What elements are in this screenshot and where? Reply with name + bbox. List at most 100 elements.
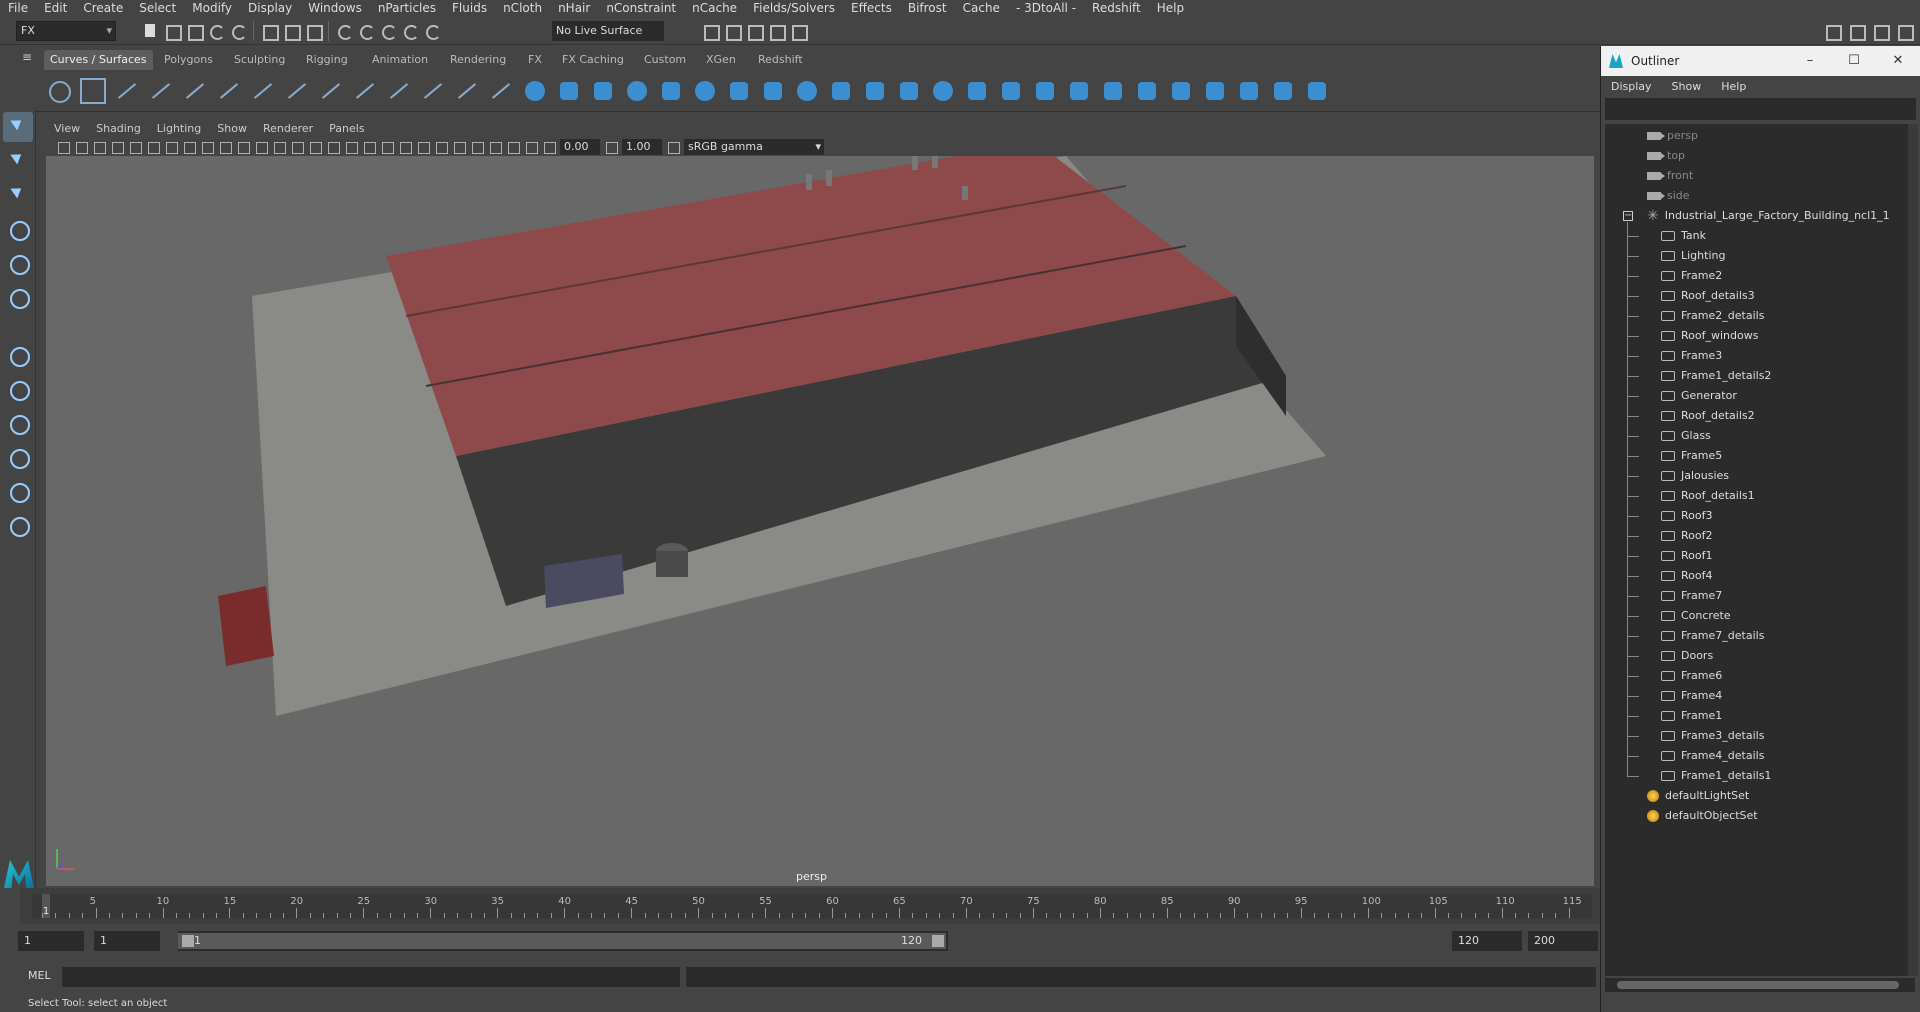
film-gate-icon[interactable] bbox=[182, 140, 196, 154]
wireframe-icon[interactable] bbox=[290, 140, 304, 154]
outliner-item[interactable]: Frame4_details bbox=[1661, 746, 1764, 766]
minimize-icon[interactable]: – bbox=[1788, 46, 1832, 76]
menu-windows[interactable]: Windows bbox=[300, 0, 370, 17]
outliner-root-group[interactable]: ✳ Industrial_Large_Factory_Building_ncl1_… bbox=[1647, 206, 1890, 226]
outliner-camera-top[interactable]: top bbox=[1647, 146, 1685, 166]
view-transform-dropdown[interactable]: sRGB gamma ▾ bbox=[684, 139, 824, 155]
nurbs-cylinder-icon[interactable] bbox=[590, 78, 616, 104]
outliner-item[interactable]: Roof4 bbox=[1661, 566, 1712, 586]
shelf-tab-curves-surfaces[interactable]: Curves / Surfaces bbox=[44, 50, 153, 70]
motion-blur-icon[interactable] bbox=[416, 140, 430, 154]
outliner-item[interactable]: Generator bbox=[1661, 386, 1737, 406]
viewport-menu-shading[interactable]: Shading bbox=[88, 120, 149, 138]
scale-tool-icon[interactable] bbox=[3, 282, 33, 312]
outliner-item[interactable]: Roof_details1 bbox=[1661, 486, 1755, 506]
outliner-item[interactable]: Roof2 bbox=[1661, 526, 1712, 546]
attach-surfaces-icon[interactable] bbox=[1134, 78, 1160, 104]
arc-tool-icon[interactable] bbox=[216, 78, 242, 104]
extrude-icon[interactable] bbox=[828, 78, 854, 104]
script-language-label[interactable]: MEL bbox=[28, 969, 51, 982]
menu-nparticles[interactable]: nParticles bbox=[370, 0, 444, 17]
time-slider[interactable]: 1 5 10 15 20 25 30 35 40 45 50 55 60 65 70 75 80 85 90 95 1… bbox=[20, 888, 1600, 924]
outliner-item[interactable]: Frame3_details bbox=[1661, 726, 1764, 746]
select-component-icon[interactable] bbox=[303, 21, 323, 41]
default-material-icon[interactable] bbox=[326, 140, 340, 154]
insert-knot-icon[interactable] bbox=[386, 78, 412, 104]
ambient-occlusion-icon[interactable] bbox=[398, 140, 412, 154]
use-all-lights-icon[interactable] bbox=[362, 140, 376, 154]
collapse-icon[interactable]: − bbox=[1623, 211, 1633, 221]
outliner-item[interactable]: Tank bbox=[1661, 226, 1706, 246]
menu-display[interactable]: Display bbox=[240, 0, 300, 17]
attribute-editor-icon[interactable] bbox=[1870, 21, 1890, 41]
loft-icon[interactable] bbox=[760, 78, 786, 104]
nurbs-plane-icon[interactable] bbox=[658, 78, 684, 104]
render-current-frame-icon[interactable] bbox=[700, 21, 720, 41]
four-view-layout-icon[interactable] bbox=[3, 374, 33, 404]
shelf-tab-rigging[interactable]: Rigging bbox=[300, 50, 354, 70]
viewport-menu-view[interactable]: View bbox=[46, 120, 88, 138]
smooth-shade-icon[interactable] bbox=[308, 140, 322, 154]
outliner-item[interactable]: Roof_details2 bbox=[1661, 406, 1755, 426]
time-track[interactable]: 1 5 10 15 20 25 30 35 40 45 50 55 60 65 70 75 80 85 90 95 1… bbox=[32, 894, 1592, 918]
redo-icon[interactable] bbox=[228, 21, 248, 41]
insert-isoparm-icon[interactable] bbox=[1202, 78, 1228, 104]
outliner-set-defaultLightSet[interactable]: defaultLightSet bbox=[1647, 786, 1749, 806]
attach-curves-icon[interactable] bbox=[318, 78, 344, 104]
untrim-icon[interactable] bbox=[1100, 78, 1126, 104]
outliner-item[interactable]: Frame2 bbox=[1661, 266, 1722, 286]
outliner-item[interactable]: Frame6 bbox=[1661, 666, 1722, 686]
outliner-search-input[interactable] bbox=[1605, 98, 1916, 120]
outliner-item[interactable]: Frame4 bbox=[1661, 686, 1722, 706]
menu-edit[interactable]: Edit bbox=[36, 0, 75, 17]
menu-effects[interactable]: Effects bbox=[843, 0, 900, 17]
menu-select[interactable]: Select bbox=[131, 0, 184, 17]
shelf-tab-fx[interactable]: FX bbox=[522, 50, 548, 70]
bookmarks-icon[interactable] bbox=[92, 140, 106, 154]
menu-redshift[interactable]: Redshift bbox=[1084, 0, 1149, 17]
field-chart-icon[interactable] bbox=[236, 140, 250, 154]
curve-intersect-icon[interactable] bbox=[250, 78, 276, 104]
color-management-icon[interactable] bbox=[666, 140, 680, 154]
rotate-tool-icon[interactable] bbox=[3, 248, 33, 278]
outliner-camera-side[interactable]: side bbox=[1647, 186, 1690, 206]
shelf-tab-custom[interactable]: Custom bbox=[638, 50, 692, 70]
open-scene-icon[interactable] bbox=[162, 21, 182, 41]
safe-action-icon[interactable] bbox=[254, 140, 268, 154]
outliner-menu-display[interactable]: Display bbox=[1601, 80, 1662, 93]
outliner-set-defaultObjectSet[interactable]: defaultObjectSet bbox=[1647, 806, 1758, 826]
menu-nconstraint[interactable]: nConstraint bbox=[598, 0, 684, 17]
project-curve-icon[interactable] bbox=[998, 78, 1024, 104]
nurbs-sphere-icon[interactable] bbox=[522, 78, 548, 104]
menu-modify[interactable]: Modify bbox=[184, 0, 240, 17]
extend-surface-icon[interactable] bbox=[1236, 78, 1262, 104]
menu-file[interactable]: File bbox=[0, 0, 36, 17]
outliner-item[interactable]: Frame1 bbox=[1661, 706, 1722, 726]
image-plane-icon[interactable] bbox=[110, 140, 124, 154]
shelf-tab-redshift[interactable]: Redshift bbox=[752, 50, 809, 70]
sculpt-geometry-icon[interactable] bbox=[1270, 78, 1296, 104]
shelf-tab-fx-caching[interactable]: FX Caching bbox=[556, 50, 630, 70]
birail-icon[interactable] bbox=[862, 78, 888, 104]
outliner-item[interactable]: Roof3 bbox=[1661, 506, 1712, 526]
select-camera-icon[interactable] bbox=[56, 140, 70, 154]
2d-pan-zoom-icon[interactable] bbox=[128, 140, 142, 154]
tool-settings-icon[interactable] bbox=[1894, 21, 1914, 41]
gamma-field[interactable]: 1.00 bbox=[622, 139, 662, 155]
pencil-curve-icon[interactable] bbox=[148, 78, 174, 104]
outliner-item[interactable]: Frame1_details1 bbox=[1661, 766, 1771, 786]
outliner-item[interactable]: Lighting bbox=[1661, 246, 1725, 266]
menu-fluids[interactable]: Fluids bbox=[444, 0, 495, 17]
outliner-item[interactable]: Frame2_details bbox=[1661, 306, 1764, 326]
shelf-menu-icon[interactable]: ≡ bbox=[22, 50, 42, 70]
menu-create[interactable]: Create bbox=[75, 0, 131, 17]
xray-icon[interactable] bbox=[488, 140, 502, 154]
planar-icon[interactable] bbox=[794, 78, 820, 104]
playback-start-field[interactable]: 1 bbox=[94, 931, 160, 951]
scene-start-field[interactable]: 1 bbox=[18, 931, 84, 951]
single-perspective-layout-icon[interactable] bbox=[3, 340, 33, 370]
nurbs-circle-icon[interactable] bbox=[46, 78, 72, 104]
textured-icon[interactable] bbox=[344, 140, 358, 154]
revolve-icon[interactable] bbox=[726, 78, 752, 104]
shelf-tab-xgen[interactable]: XGen bbox=[700, 50, 742, 70]
